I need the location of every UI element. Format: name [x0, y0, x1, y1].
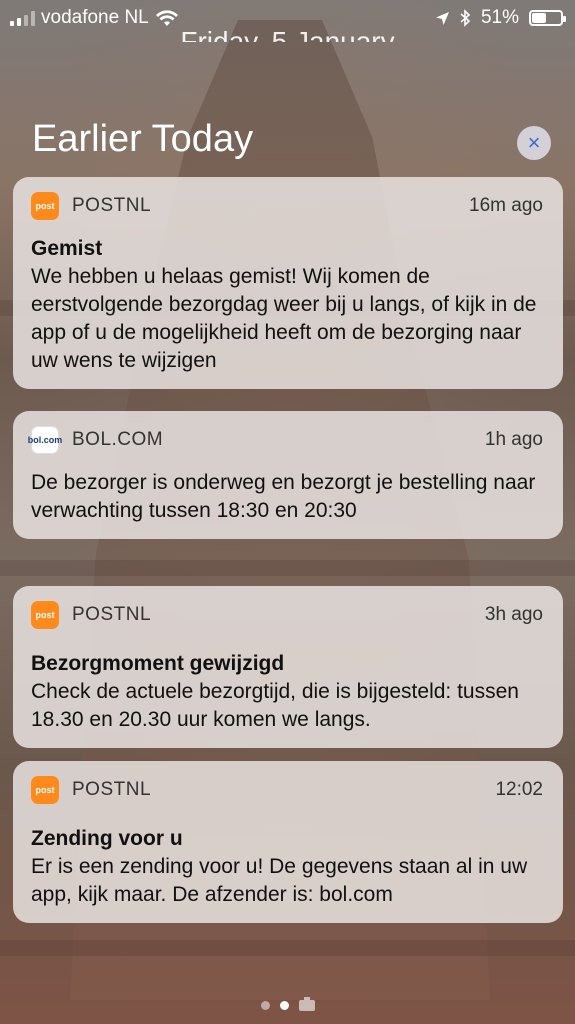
notification-time: 12:02	[495, 779, 543, 800]
page-indicator[interactable]	[0, 997, 575, 1011]
notification-app-name: BOL.COM	[72, 429, 164, 450]
signal-strength-icon	[10, 10, 35, 26]
notification-title: Zending voor u	[31, 827, 183, 850]
notification-body: De bezorger is onderweg en bezorgt je be…	[31, 471, 536, 522]
notification-time: 3h ago	[484, 604, 543, 625]
notification-body: Er is een zending voor u! De gegevens st…	[31, 855, 528, 906]
wallpaper-band	[0, 560, 575, 576]
notification-body: Check de actuele bezorgtijd, die is bijg…	[31, 680, 519, 731]
notification-card[interactable]: post POSTNL 16m ago Gemist We hebben u h…	[13, 177, 563, 389]
page-dot	[260, 1001, 270, 1010]
camera-icon	[298, 997, 315, 1011]
postnl-icon: post	[31, 601, 59, 629]
notification-app-name: POSTNL	[72, 779, 152, 800]
notification-card[interactable]: bol.com BOL.COM 1h ago De bezorger is on…	[13, 411, 563, 539]
postnl-icon: post	[31, 776, 59, 804]
notification-card[interactable]: post POSTNL 3h ago Bezorgmoment gewijzig…	[13, 586, 563, 748]
close-icon: ×	[527, 130, 541, 155]
notification-time: 16m ago	[469, 195, 543, 216]
page-dot-active	[279, 1001, 289, 1010]
notification-time: 1h ago	[484, 429, 543, 450]
battery-level	[532, 13, 546, 23]
notification-title: Gemist	[31, 237, 103, 260]
notification-app-name: POSTNL	[72, 195, 152, 216]
carrier-name: vodafone NL	[41, 7, 149, 28]
battery-icon	[529, 10, 566, 26]
wallpaper-band	[0, 940, 575, 956]
notification-title: Bezorgmoment gewijzigd	[31, 652, 285, 675]
notification-app-name: POSTNL	[72, 604, 152, 625]
postnl-icon: post	[31, 192, 59, 220]
bluetooth-icon	[460, 9, 471, 27]
section-title: Earlier Today	[32, 118, 254, 160]
battery-percent: 51%	[480, 7, 519, 28]
notification-body: We hebben u helaas gemist! Wij komen de …	[31, 265, 537, 372]
wifi-icon	[155, 10, 178, 26]
status-bar: vodafone NL 51%	[0, 0, 575, 36]
clear-notifications-button[interactable]: ×	[517, 126, 551, 160]
bol-icon: bol.com	[28, 426, 62, 454]
notification-card[interactable]: post POSTNL 12:02 Zending voor u Er is e…	[13, 761, 563, 923]
location-arrow-icon	[435, 11, 449, 25]
